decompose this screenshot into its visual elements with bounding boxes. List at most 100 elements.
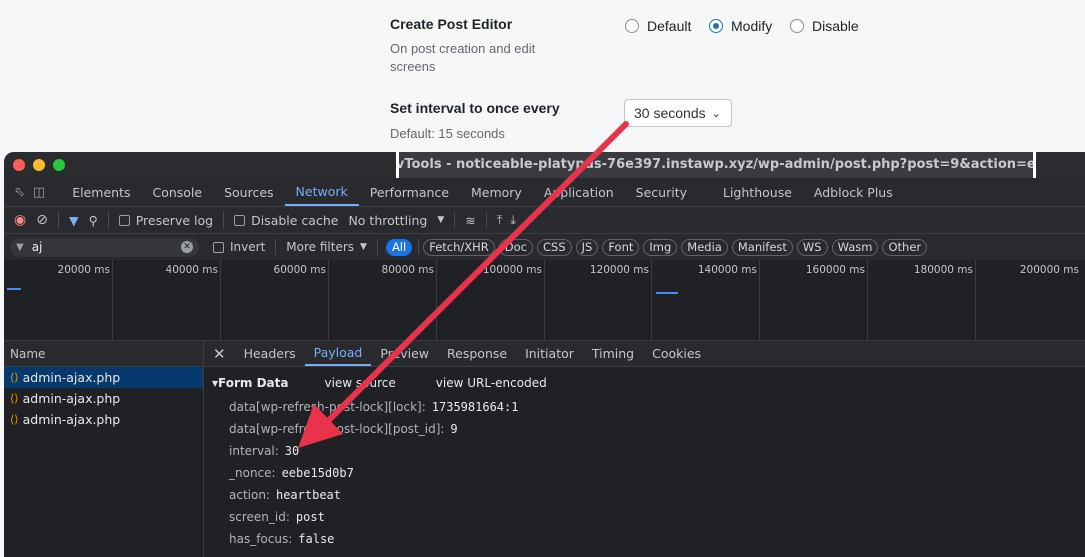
filter-chip-wasm[interactable]: Wasm xyxy=(831,238,879,256)
tab-memory[interactable]: Memory xyxy=(460,178,533,206)
filter-icon[interactable]: ▼ xyxy=(69,213,79,228)
request-row[interactable]: ⟨⟩ admin-ajax.php xyxy=(4,409,203,430)
clear-icon[interactable]: ⊘ xyxy=(36,212,48,228)
tab-lighthouse[interactable]: Lighthouse xyxy=(712,178,803,206)
tab-payload[interactable]: Payload xyxy=(304,341,372,366)
record-stop-icon[interactable]: ◉ xyxy=(14,212,26,228)
filter-chip-media[interactable]: Media xyxy=(681,238,728,256)
radio-disable[interactable]: Disable xyxy=(790,18,859,34)
view-source-link[interactable]: view source xyxy=(324,376,395,390)
form-data-key: action: xyxy=(229,488,270,502)
radio-circle[interactable] xyxy=(790,19,804,33)
checkbox[interactable] xyxy=(118,214,130,226)
network-conditions-icon[interactable]: ≋ xyxy=(465,213,475,228)
timeline-request-bar xyxy=(7,288,21,290)
name-column-header[interactable]: Name xyxy=(4,341,203,367)
more-filters-label: More filters xyxy=(286,240,355,254)
timeline-gridline xyxy=(651,260,652,340)
preserve-log-toggle[interactable]: Preserve log xyxy=(118,213,213,228)
more-filters-dropdown[interactable]: More filters ▼ xyxy=(286,240,367,254)
throttling-select[interactable]: No throttling ▼ xyxy=(348,213,444,228)
filter-input-value: aj xyxy=(31,240,43,254)
radio-default[interactable]: Default xyxy=(625,18,691,34)
timeline-label: 120000 ms xyxy=(589,264,649,276)
tab-timing[interactable]: Timing xyxy=(583,341,643,366)
filter-chip-img[interactable]: Img xyxy=(643,238,678,256)
detail-tabbar: ✕ Headers Payload Preview Response Initi… xyxy=(204,341,1085,367)
timeline-label: 80000 ms xyxy=(381,264,434,276)
radio-circle-selected[interactable] xyxy=(709,19,723,33)
chevron-down-icon: ⌄ xyxy=(711,107,721,120)
import-har-icon[interactable]: ⤒ xyxy=(497,212,503,228)
tab-security[interactable]: Security xyxy=(625,178,698,206)
form-data-heading: Form Data xyxy=(218,376,289,390)
inspect-element-icon[interactable]: ⬁ xyxy=(14,185,25,200)
form-data-row: data[wp-refresh-post-lock][lock]: 1735981… xyxy=(229,400,518,414)
close-detail-icon[interactable]: ✕ xyxy=(204,341,235,366)
radio-modify[interactable]: Modify xyxy=(709,18,772,34)
network-overview-timeline[interactable]: 20000 ms 40000 ms 60000 ms 80000 ms 1000… xyxy=(4,260,1085,341)
disable-cache-toggle[interactable]: Disable cache xyxy=(234,213,338,228)
filter-chip-fetch-xhr[interactable]: Fetch/XHR xyxy=(423,238,495,256)
clear-filter-icon[interactable]: ✕ xyxy=(181,241,193,253)
request-name: admin-ajax.php xyxy=(22,412,121,427)
form-data-key: data[wp-refresh-post-lock][lock]: xyxy=(229,400,426,414)
radio-circle[interactable] xyxy=(625,19,639,33)
editor-setting-desc-line1: On post creation and edit xyxy=(390,41,536,56)
form-data-key: interval: xyxy=(229,444,279,458)
caret-down-icon: ▼ xyxy=(360,242,367,252)
timeline-gridline xyxy=(220,260,221,340)
request-name: admin-ajax.php xyxy=(22,391,121,406)
timeline-gridline xyxy=(112,260,113,340)
tab-network[interactable]: Network xyxy=(284,178,359,206)
request-row[interactable]: ⟨⟩ admin-ajax.php xyxy=(4,367,203,388)
form-data-header: ▾Form Data view source view URL-encoded xyxy=(212,376,547,390)
timeline-label: 60000 ms xyxy=(273,264,326,276)
radio-label: Disable xyxy=(812,18,859,34)
export-har-icon[interactable]: ⤓ xyxy=(510,212,516,228)
filter-chip-font[interactable]: Font xyxy=(602,238,640,256)
tab-cookies[interactable]: Cookies xyxy=(643,341,710,366)
tab-headers[interactable]: Headers xyxy=(235,341,305,366)
invert-toggle[interactable]: Invert xyxy=(213,240,265,254)
request-row[interactable]: ⟨⟩ admin-ajax.php xyxy=(4,388,203,409)
form-data-row: data[wp-refresh-post-lock][post_id]: 9 xyxy=(229,422,458,436)
tab-console[interactable]: Console xyxy=(141,178,213,206)
tab-response[interactable]: Response xyxy=(438,341,516,366)
caret-down-icon: ▼ xyxy=(437,215,445,225)
timeline-gridline xyxy=(544,260,545,340)
view-url-encoded-link[interactable]: view URL-encoded xyxy=(436,376,547,390)
filter-chip-css[interactable]: CSS xyxy=(537,238,572,256)
filter-chip-all[interactable]: All xyxy=(385,238,413,256)
search-icon[interactable]: ⚲ xyxy=(89,213,98,228)
checkbox[interactable] xyxy=(234,214,246,226)
filter-chip-manifest[interactable]: Manifest xyxy=(731,238,793,256)
filter-chip-doc[interactable]: Doc xyxy=(498,238,533,256)
tab-adblock-plus[interactable]: Adblock Plus xyxy=(803,178,904,206)
divider xyxy=(376,239,378,255)
divider xyxy=(223,212,225,228)
filter-chip-other[interactable]: Other xyxy=(882,238,928,256)
interval-select[interactable]: 30 seconds ⌄ xyxy=(624,99,732,127)
tab-elements[interactable]: Elements xyxy=(61,178,141,206)
tab-sources[interactable]: Sources xyxy=(213,178,284,206)
tab-application[interactable]: Application xyxy=(533,178,625,206)
tab-initiator[interactable]: Initiator xyxy=(516,341,583,366)
tab-performance[interactable]: Performance xyxy=(359,178,460,206)
device-toolbar-icon[interactable]: ◫ xyxy=(33,185,45,200)
request-name: admin-ajax.php xyxy=(22,370,121,385)
filter-chip-js[interactable]: JS xyxy=(575,238,599,256)
form-data-value: 30 xyxy=(284,444,300,458)
minimize-window-icon[interactable] xyxy=(33,159,45,171)
close-window-icon[interactable] xyxy=(13,159,25,171)
filter-funnel-icon: ▼ xyxy=(16,241,24,253)
filter-chip-ws[interactable]: WS xyxy=(796,238,828,256)
tab-preview[interactable]: Preview xyxy=(371,341,438,366)
timeline-request-bar xyxy=(656,292,678,294)
checkbox[interactable] xyxy=(213,241,224,253)
zoom-window-icon[interactable] xyxy=(53,159,65,171)
network-toolbar: ◉ ⊘ ▼ ⚲ Preserve log Disable cache No th… xyxy=(4,207,1085,234)
filter-input[interactable]: ▼ aj ✕ xyxy=(10,237,199,257)
divider xyxy=(57,212,59,228)
form-data-toggle[interactable]: ▾Form Data xyxy=(212,376,288,390)
